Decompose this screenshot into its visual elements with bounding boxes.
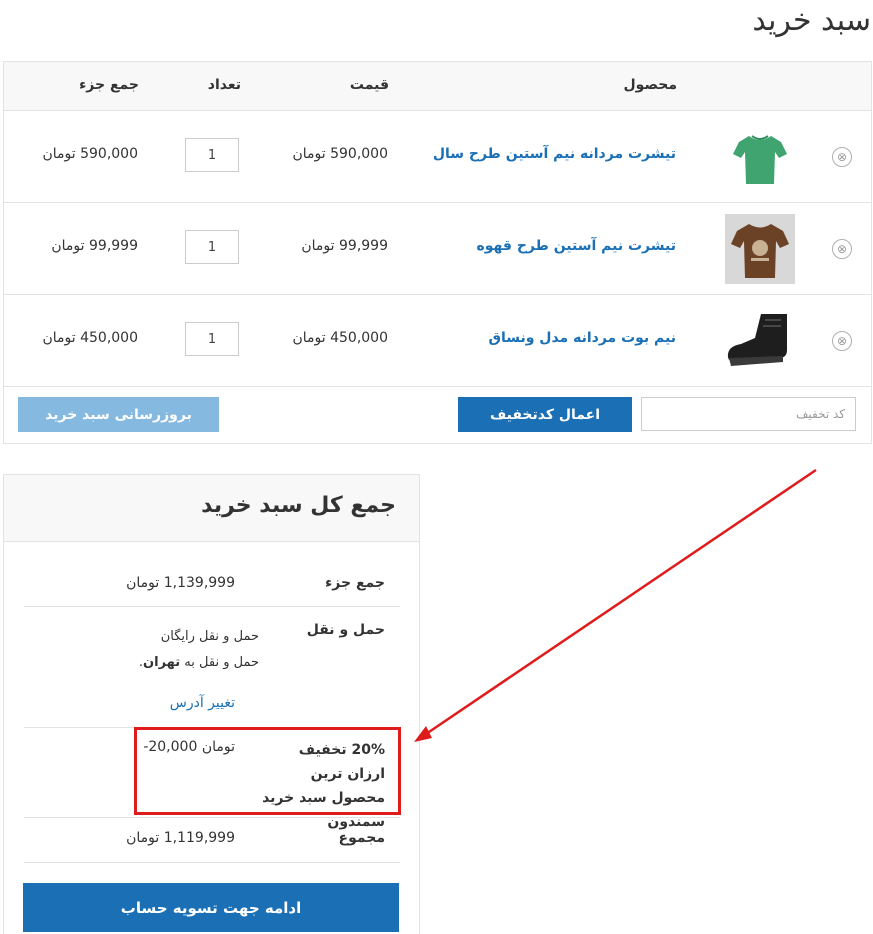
subtotal-label: جمع جزء <box>325 575 385 591</box>
cart-row: ⊗ نیم بوت مردانه مدل ونساق 450,000 تومان… <box>4 295 871 387</box>
cart-actions: اعمال کدتخفیف بروزرسانی سبد خرید <box>4 386 871 444</box>
change-address-link[interactable]: تغییر آدرس <box>170 695 235 711</box>
cart-table-header: محصول قیمت تعداد جمع جزء <box>4 62 871 111</box>
column-header-price: قیمت <box>349 77 389 93</box>
page-title: سبد خرید <box>752 3 871 38</box>
apply-coupon-button[interactable]: اعمال کدتخفیف <box>458 397 632 432</box>
discount-row: 20% تخفیف ارزان ترین محصول سبد خرید سمند… <box>24 728 400 830</box>
shipping-row: حمل و نقل حمل و نقل رایگان حمل و نقل به … <box>24 607 400 728</box>
cart-totals-title: جمع کل سبد خرید <box>201 493 396 518</box>
cart-row: ⊗ تیشرت نیم آستین طرح قهوه 99,999 تومان … <box>4 203 871 295</box>
shipping-destination-prefix: حمل و نقل به <box>184 655 259 670</box>
column-header-subtotal: جمع جزء <box>79 77 139 93</box>
remove-item-icon[interactable]: ⊗ <box>832 147 852 167</box>
quantity-input[interactable] <box>185 138 239 172</box>
quantity-input[interactable] <box>185 230 239 264</box>
shipping-destination: حمل و نقل به تهران. <box>138 655 259 670</box>
column-header-product: محصول <box>623 77 677 93</box>
black-boot-image[interactable] <box>725 306 795 376</box>
product-subtotal: 450,000 تومان <box>42 330 138 346</box>
order-total-value: 1,119,999 تومان <box>126 830 235 846</box>
product-link[interactable]: تیشرت مردانه نیم آستین طرح سال <box>433 146 676 162</box>
proceed-to-checkout-button[interactable]: ادامه جهت تسویه حساب <box>23 883 399 932</box>
product-price: 590,000 تومان <box>292 146 388 162</box>
product-price: 99,999 تومان <box>301 238 388 254</box>
shipping-details: حمل و نقل رایگان حمل و نقل به تهران. <box>29 624 259 676</box>
shipping-label: حمل و نقل <box>306 622 385 638</box>
cart-totals-header: جمع کل سبد خرید <box>4 475 419 542</box>
green-tshirt-image[interactable] <box>725 122 795 192</box>
quantity-input[interactable] <box>185 322 239 356</box>
shipping-city: تهران <box>143 655 181 670</box>
order-total-row: مجموع 1,119,999 تومان <box>24 818 400 863</box>
brown-coffee-tshirt-image[interactable] <box>725 214 795 284</box>
remove-item-icon[interactable]: ⊗ <box>832 331 852 351</box>
subtotal-value: 1,139,999 تومان <box>126 575 235 591</box>
cart-row: ⊗ تیشرت مردانه نیم آستین طرح سال 590,000… <box>4 111 871 203</box>
product-link[interactable]: تیشرت نیم آستین طرح قهوه <box>477 238 676 254</box>
cart-totals: جمع کل سبد خرید جمع جزء 1,139,999 تومان … <box>3 474 420 934</box>
subtotal-row: جمع جزء 1,139,999 تومان <box>24 541 400 607</box>
shipping-method: حمل و نقل رایگان <box>160 629 259 644</box>
update-cart-button[interactable]: بروزرسانی سبد خرید <box>18 397 219 432</box>
product-link[interactable]: نیم بوت مردانه مدل ونساق <box>488 330 676 346</box>
product-price: 450,000 تومان <box>292 330 388 346</box>
discount-value: -20,000 تومان <box>143 739 235 755</box>
cart-table: محصول قیمت تعداد جمع جزء ⊗ تیشرت مردانه … <box>3 61 872 444</box>
column-header-quantity: تعداد <box>207 77 241 93</box>
order-total-label: مجموع <box>338 830 385 846</box>
remove-item-icon[interactable]: ⊗ <box>832 239 852 259</box>
product-subtotal: 99,999 تومان <box>51 238 138 254</box>
product-subtotal: 590,000 تومان <box>42 146 138 162</box>
coupon-code-input[interactable] <box>641 397 856 431</box>
